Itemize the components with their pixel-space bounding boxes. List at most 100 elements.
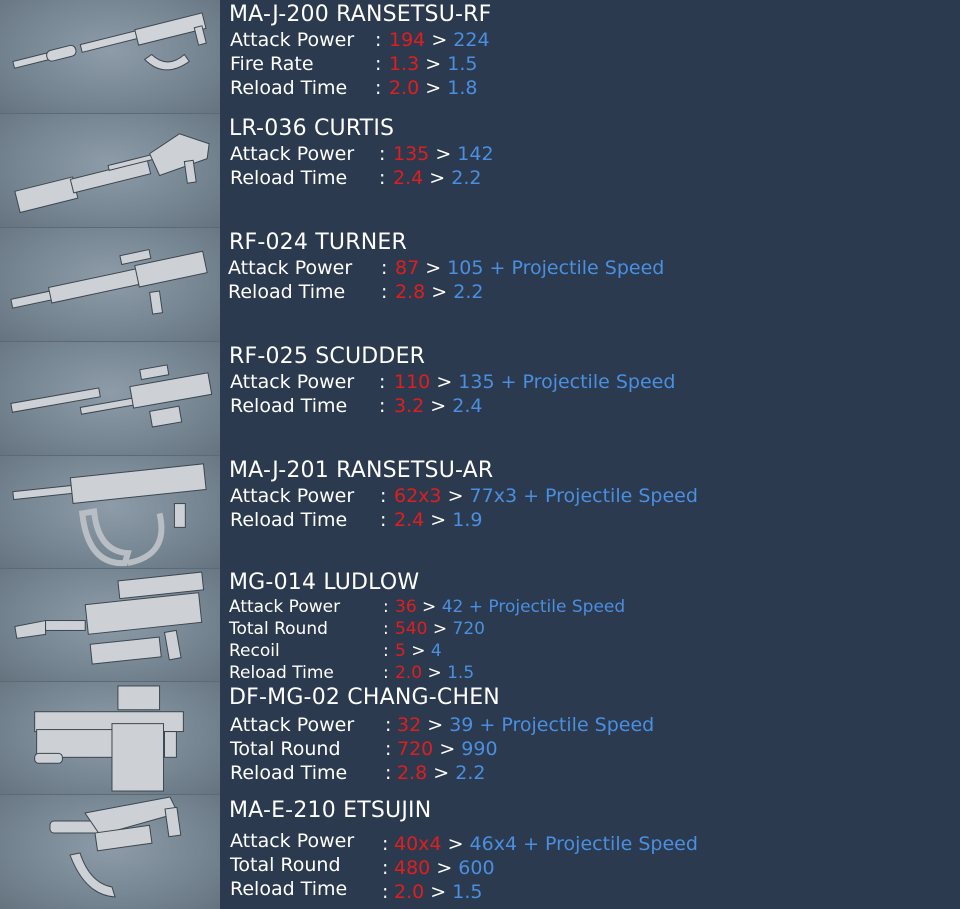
old-value: 32 xyxy=(397,714,422,736)
old-value: 40x4 xyxy=(394,833,442,855)
stat-row: Total Round:720 > 990 xyxy=(229,737,960,761)
stat-label: Fire Rate xyxy=(230,53,314,75)
stat-row: Attack Power:40x4 > 46x4 + Projectile Sp… xyxy=(229,829,960,855)
stat-row: Attack Power:62x3 > 77x3 + Projectile Sp… xyxy=(229,484,960,508)
old-value: 2.8 xyxy=(395,281,426,303)
stat-row: Reload Time:2.8 > 2.2 xyxy=(228,280,960,304)
arrow: > xyxy=(411,641,426,661)
arrow: > xyxy=(433,762,450,784)
old-value: 540 xyxy=(395,619,428,639)
smg-image xyxy=(0,795,220,909)
arrow: > xyxy=(439,738,456,760)
stat-label: Attack Power xyxy=(230,714,355,736)
arrow: > xyxy=(436,857,453,879)
new-value: 600 xyxy=(458,857,495,879)
stat-separator: : xyxy=(383,663,389,683)
stat-row: Total Round:540 > 720 xyxy=(229,618,960,640)
new-value: 135 + Projectile Speed xyxy=(458,371,676,393)
weapon-info: RF-024 TURNER Attack Power:87 > 105 + Pr… xyxy=(228,230,960,304)
new-value: 42 + Projectile Speed xyxy=(441,597,626,617)
rifle-image xyxy=(0,228,220,342)
rifle-image xyxy=(0,342,220,456)
weapon-info: LR-036 CURTIS Attack Power:135 > 142 Rel… xyxy=(229,116,960,190)
stat-label: Reload Time xyxy=(230,878,348,900)
new-value: 1.9 xyxy=(452,509,483,531)
new-value: 2.2 xyxy=(451,167,482,189)
weapon-name: MA-J-200 RANSETSU-RF xyxy=(229,2,492,27)
old-value: 720 xyxy=(397,738,434,760)
arrow: > xyxy=(427,663,442,683)
old-value: 2.0 xyxy=(394,881,425,903)
weapon-row: LR-036 CURTIS Attack Power:135 > 142 Rel… xyxy=(0,114,960,228)
stat-separator: : xyxy=(379,371,386,393)
stat-separator: : xyxy=(383,641,389,661)
stat-row: Fire Rate:1.3 > 1.5 xyxy=(229,52,960,76)
stat-row: Attack Power:110 > 135 + Projectile Spee… xyxy=(229,370,960,394)
stat-label: Reload Time xyxy=(230,395,348,417)
stat-row: Reload Time:2.8 > 2.2 xyxy=(229,761,960,785)
new-value: 224 xyxy=(453,29,490,51)
stat-row: Reload Time:2.0 > 1.8 xyxy=(229,76,960,100)
weapon-row: RF-024 TURNER Attack Power:87 > 105 + Pr… xyxy=(0,228,960,342)
stat-separator: : xyxy=(375,29,382,51)
weapon-row: DF-MG-02 CHANG-CHEN Attack Power: 32 > 39… xyxy=(0,682,960,795)
stat-separator: : xyxy=(385,762,392,784)
new-value: 46x4 + Projectile Speed xyxy=(469,833,698,855)
stat-label: Reload Time xyxy=(230,77,348,99)
weapon-row: RF-025 SCUDDER Attack Power:110 > 135 + … xyxy=(0,342,960,456)
weapon-name: MA-E-210 ETSUJIN xyxy=(229,798,432,823)
arrow: > xyxy=(431,281,448,303)
arrow: > xyxy=(447,833,464,855)
stat-separator: : xyxy=(379,167,386,189)
new-value: 990 xyxy=(461,738,498,760)
arrow: > xyxy=(425,53,442,75)
old-value: 36 xyxy=(395,597,417,617)
old-value: 62x3 xyxy=(394,485,442,507)
stat-label: Attack Power xyxy=(230,485,355,507)
new-value: 1.5 xyxy=(447,53,478,75)
stat-label: Reload Time xyxy=(230,762,348,784)
weapon-name: MA-J-201 RANSETSU-AR xyxy=(229,458,494,483)
weapon-name: LR-036 CURTIS xyxy=(229,116,395,141)
old-value: 110 xyxy=(394,371,431,393)
stat-row: Attack Power:194 > 224 xyxy=(229,28,960,52)
stat-row: Reload Time:3.2 > 2.4 xyxy=(229,394,960,418)
old-value: 480 xyxy=(394,857,431,879)
stat-label: Attack Power xyxy=(230,830,355,852)
new-value: 39 + Projectile Speed xyxy=(449,714,655,736)
stat-separator: : xyxy=(381,281,388,303)
new-value: 2.2 xyxy=(453,281,484,303)
stat-label: Recoil xyxy=(229,641,280,661)
stat-label: Attack Power xyxy=(230,143,355,165)
weapon-name: RF-025 SCUDDER xyxy=(229,344,426,369)
arrow: > xyxy=(436,371,453,393)
weapon-info: MG-014 LUDLOW Attack Power:36 > 42 + Pro… xyxy=(229,570,960,684)
weapon-info: RF-025 SCUDDER Attack Power:110 > 135 + … xyxy=(229,344,960,418)
old-value: 135 xyxy=(393,143,430,165)
new-value: 1.8 xyxy=(447,77,478,99)
arrow: > xyxy=(422,597,437,617)
arrow: > xyxy=(425,257,442,279)
arrow: > xyxy=(427,714,444,736)
stat-row: Attack Power:87 > 105 + Projectile Speed xyxy=(228,256,960,280)
stat-separator: : xyxy=(382,881,389,903)
stat-separator: : xyxy=(375,77,382,99)
arrow: > xyxy=(431,29,448,51)
stat-row: Recoil:5 > 4 xyxy=(229,640,960,662)
arrow: > xyxy=(430,881,447,903)
arrow: > xyxy=(447,485,464,507)
stat-row: Attack Power:135 > 142 xyxy=(229,142,960,166)
weapon-name: DF-MG-02 CHANG-CHEN xyxy=(229,685,500,710)
new-value: 720 xyxy=(452,619,485,639)
stat-label: Total Round xyxy=(230,738,341,760)
weapon-row: MA-J-200 RANSETSU-RF Attack Power:194 > … xyxy=(0,0,960,114)
stat-separator: : xyxy=(375,53,382,75)
stat-label: Reload Time xyxy=(229,663,334,683)
stat-separator: : xyxy=(379,143,386,165)
stat-separator: : xyxy=(381,257,388,279)
stat-label: Reload Time xyxy=(228,281,346,303)
old-value: 87 xyxy=(395,257,420,279)
stat-label: Total Round xyxy=(230,854,341,876)
arrow: > xyxy=(430,509,447,531)
new-value: 2.2 xyxy=(455,762,486,784)
